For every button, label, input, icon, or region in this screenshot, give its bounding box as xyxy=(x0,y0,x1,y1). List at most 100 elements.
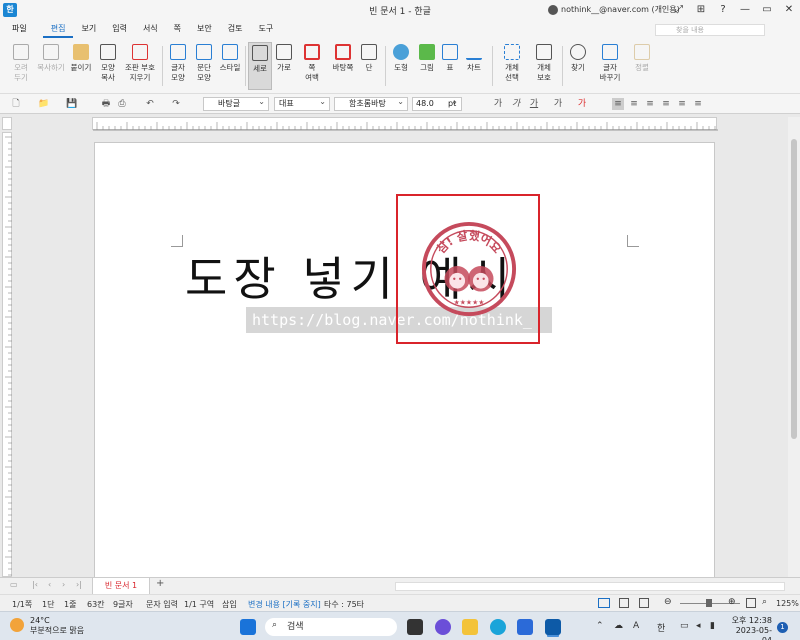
align-right-icon[interactable]: ≡ xyxy=(644,98,656,110)
align-justify-icon[interactable]: ≡ xyxy=(612,98,624,110)
chat-icon[interactable] xyxy=(435,619,451,635)
portrait-button[interactable]: 세로 xyxy=(248,42,272,90)
shape-button[interactable]: 도형 xyxy=(387,42,415,90)
next-tab-icon[interactable]: › xyxy=(62,580,65,589)
preview-icon[interactable]: ⎙ xyxy=(116,98,128,110)
margin-button[interactable]: 쪽 여백 xyxy=(297,42,327,90)
clear-marks-button[interactable]: 조판 부호 지우기 xyxy=(120,42,160,90)
align-center-icon[interactable]: ≡ xyxy=(660,98,672,110)
fullscreen-icon[interactable]: ⤢ xyxy=(668,0,690,20)
copy-button[interactable]: 복사하기 xyxy=(34,42,68,90)
ime-a-label[interactable]: A xyxy=(633,621,639,631)
network-icon[interactable]: ▭ xyxy=(680,621,689,631)
bold-icon[interactable]: 가 xyxy=(492,98,504,110)
scroll-thumb[interactable] xyxy=(791,139,797,439)
notification-badge[interactable]: 1 xyxy=(777,622,788,633)
help-icon[interactable]: ? xyxy=(712,0,734,20)
prev-tab-icon[interactable]: ‹ xyxy=(48,580,51,589)
task-view-icon[interactable] xyxy=(407,619,423,635)
status-insert[interactable]: 삽입 xyxy=(222,599,237,610)
menu-view[interactable]: 보기 xyxy=(73,20,104,38)
style-button[interactable]: 스타일 xyxy=(213,42,247,90)
columns-button[interactable]: 단 xyxy=(356,42,382,90)
align-split-icon[interactable]: ≡ xyxy=(692,98,704,110)
char-convert-button[interactable]: 글자 바꾸기 xyxy=(594,42,626,90)
status-track-changes[interactable]: 변경 내용 [기록 중지] xyxy=(248,599,321,610)
tray-chevron-icon[interactable]: ⌃ xyxy=(596,621,604,631)
vertical-ruler[interactable] xyxy=(2,132,12,577)
first-tab-icon[interactable]: |‹ xyxy=(32,580,38,589)
menu-edit[interactable]: 편집 xyxy=(42,20,74,38)
tab-document-1[interactable]: 빈 문서 1 xyxy=(92,578,150,595)
italic-icon[interactable]: 가 xyxy=(510,98,522,110)
zoom-out-icon[interactable]: ⊖ xyxy=(664,597,672,607)
style-select[interactable]: 바탕글 xyxy=(203,96,269,111)
strikethrough-icon[interactable]: 가 xyxy=(552,98,564,110)
save-icon[interactable]: 💾 xyxy=(66,98,78,110)
add-tab-button[interactable]: + xyxy=(156,578,164,589)
menu-page[interactable]: 쪽 xyxy=(166,20,189,38)
menu-tools[interactable]: 도구 xyxy=(251,20,282,38)
pin-icon[interactable]: ⊞ xyxy=(690,0,712,20)
ime-han-label[interactable]: 한 xyxy=(657,621,665,634)
last-tab-icon[interactable]: ›| xyxy=(76,580,82,589)
zoom-in-icon[interactable]: ⊕ xyxy=(728,597,736,607)
new-doc-icon[interactable]: 🗋 xyxy=(10,98,22,110)
zoom-search-icon[interactable]: ⌕ xyxy=(762,597,767,607)
size-unit[interactable]: pt xyxy=(448,99,456,108)
battery-icon[interactable]: ▮ xyxy=(710,621,715,631)
account-info[interactable]: nothink__@naver.com (개인용) xyxy=(548,4,680,15)
view-web-icon[interactable] xyxy=(619,598,629,608)
edge-icon[interactable] xyxy=(490,619,506,635)
document-area[interactable]: 도장 넣기 예시 https://blog.naver.com/nothink_… xyxy=(14,131,786,577)
view-normal-icon[interactable] xyxy=(598,598,610,608)
language-select[interactable]: 대표 xyxy=(274,96,330,111)
store-icon[interactable] xyxy=(517,619,533,635)
file-explorer-icon[interactable] xyxy=(462,619,478,635)
landscape-button[interactable]: 가로 xyxy=(271,42,297,90)
font-color-icon[interactable]: 가 xyxy=(576,98,588,110)
zoom-fit-icon[interactable] xyxy=(746,598,756,608)
menu-insert[interactable]: 입력 xyxy=(104,20,135,38)
search-input[interactable]: 찾을 내용 xyxy=(655,24,765,36)
tab-list-icon[interactable]: ▭ xyxy=(10,580,18,589)
close-button[interactable]: ✕ xyxy=(778,0,800,20)
hancom-logo-icon[interactable]: 한 xyxy=(3,3,17,17)
zoom-level[interactable]: 125% xyxy=(776,599,799,608)
redo-icon[interactable]: ↷ xyxy=(170,98,182,110)
sort-button[interactable]: 정렬 xyxy=(628,42,656,90)
chart-button[interactable]: 차트 xyxy=(460,42,488,90)
status-page[interactable]: 1/1쪽 xyxy=(12,599,32,610)
align-distribute-icon[interactable]: ≡ xyxy=(676,98,688,110)
open-folder-icon[interactable]: 📁 xyxy=(38,98,50,110)
undo-icon[interactable]: ↶ xyxy=(144,98,156,110)
object-select-button[interactable]: 개체 선택 xyxy=(495,42,529,90)
menu-format[interactable]: 서식 xyxy=(135,20,166,38)
print-icon[interactable]: 🖶 xyxy=(100,98,112,110)
cut-button[interactable]: 오려 두기 xyxy=(4,42,38,90)
start-icon[interactable] xyxy=(240,619,256,635)
weather-widget[interactable]: 24°C 부분적으로 맑음 xyxy=(10,616,84,636)
font-select[interactable]: 함초롬바탕 xyxy=(334,96,408,111)
stamp-image[interactable]: 참! 잘했어요 ★★★★★ xyxy=(420,220,518,318)
view-full-icon[interactable] xyxy=(639,598,649,608)
align-left-icon[interactable]: ≡ xyxy=(628,98,640,110)
volume-icon[interactable]: ◂ xyxy=(696,621,701,631)
minimize-button[interactable]: — xyxy=(734,0,756,20)
zoom-knob[interactable] xyxy=(706,599,712,607)
taskbar-clock[interactable]: 오후 12:38 2023-05-04 xyxy=(730,616,772,640)
onedrive-icon[interactable]: ☁ xyxy=(614,621,623,631)
taskbar-search[interactable]: 검색 xyxy=(265,618,397,636)
find-button[interactable]: 찾기 xyxy=(563,42,593,90)
hwp-taskbar-icon[interactable] xyxy=(545,619,561,635)
maximize-button[interactable]: ▭ xyxy=(756,0,778,20)
horizontal-ruler[interactable] xyxy=(92,117,718,131)
horizontal-scrollbar[interactable] xyxy=(395,582,785,591)
master-page-button[interactable]: 바탕쪽 xyxy=(327,42,359,90)
underline-icon[interactable]: 가 xyxy=(528,98,540,110)
ruler-corner[interactable] xyxy=(2,117,12,130)
document-page[interactable]: 도장 넣기 예시 https://blog.naver.com/nothink_… xyxy=(94,142,715,577)
menu-review[interactable]: 검토 xyxy=(220,20,251,38)
menu-file[interactable]: 파일 xyxy=(4,20,35,38)
vertical-scrollbar[interactable] xyxy=(788,117,800,577)
